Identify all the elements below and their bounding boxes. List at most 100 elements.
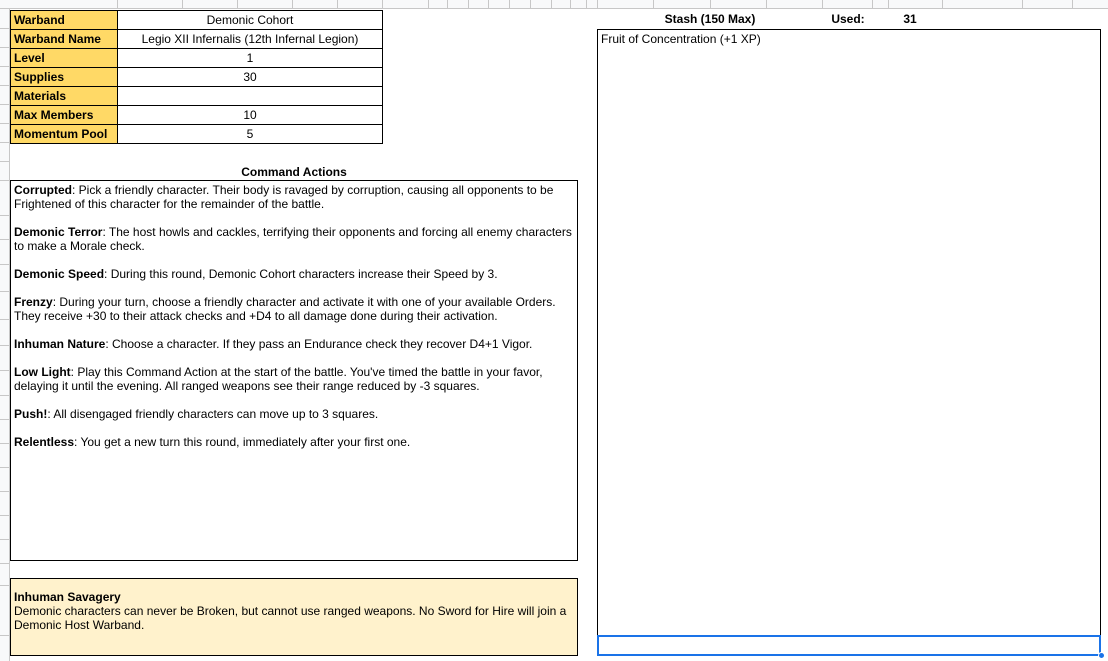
row-divider[interactable] [0,104,10,105]
row-divider[interactable] [0,264,10,265]
materials-value[interactable] [117,86,383,106]
command-action-name: Demonic Speed [14,267,105,281]
fill-handle[interactable] [1098,652,1105,659]
column-divider[interactable] [822,0,823,9]
row-divider[interactable] [0,142,10,143]
stash-cell[interactable]: Fruit of Concentration (+1 XP) [597,29,1101,656]
column-divider[interactable] [872,0,873,9]
column-divider[interactable] [551,0,552,9]
column-header-bar[interactable] [0,0,1108,9]
command-action-item: Demonic Terror: The host howls and cackl… [14,225,574,253]
command-actions-title[interactable]: Command Actions [10,164,578,180]
row-divider[interactable] [0,443,10,444]
row-divider[interactable] [0,123,10,124]
level-value[interactable]: 1 [117,48,383,68]
row-divider[interactable] [0,585,10,586]
row-divider[interactable] [0,635,10,636]
command-action-name: Corrupted [14,183,72,197]
warband-name-value[interactable]: Legio XII Infernalis (12th Infernal Legi… [117,29,383,49]
column-divider[interactable] [237,0,238,9]
row-divider[interactable] [0,515,10,516]
table-row: Warband Demonic Cohort [10,10,383,30]
max-members-label[interactable]: Max Members [10,105,118,125]
command-action-text: : Choose a character. If they pass an En… [105,337,533,351]
column-divider[interactable] [428,0,429,9]
momentum-pool-value[interactable]: 5 [117,124,383,144]
row-divider[interactable] [0,66,10,67]
row-divider[interactable] [0,239,10,240]
command-action-item: Push!: All disengaged friendly character… [14,407,574,421]
stash-item: Fruit of Concentration (+1 XP) [601,32,761,46]
row-divider[interactable] [0,47,10,48]
row-divider[interactable] [0,85,10,86]
supplies-label[interactable]: Supplies [10,67,118,87]
row-divider[interactable] [0,319,10,320]
column-divider[interactable] [488,0,489,9]
column-divider[interactable] [888,0,889,9]
savagery-cell[interactable]: Inhuman Savagery Demonic characters can … [10,578,578,656]
stash-used-value[interactable]: 31 [888,11,932,27]
column-divider[interactable] [710,0,711,9]
column-divider[interactable] [1072,0,1073,9]
selected-cell[interactable] [597,635,1101,656]
table-row: Level 1 [10,48,383,68]
warband-name-label[interactable]: Warband Name [10,29,118,49]
row-divider[interactable] [0,419,10,420]
max-members-value[interactable]: 10 [117,105,383,125]
supplies-value[interactable]: 30 [117,67,383,87]
row-divider[interactable] [0,563,10,564]
column-divider[interactable] [1022,0,1023,9]
column-divider[interactable] [570,0,571,9]
warband-value[interactable]: Demonic Cohort [117,10,383,30]
command-actions-cell[interactable]: Corrupted: Pick a friendly character. Th… [10,180,578,561]
command-action-name: Low Light [14,365,71,379]
row-divider[interactable] [0,370,10,371]
row-divider[interactable] [0,539,10,540]
column-divider[interactable] [182,0,183,9]
column-divider[interactable] [468,0,469,9]
command-action-item: Inhuman Nature: Choose a character. If t… [14,337,574,351]
column-divider[interactable] [447,0,448,9]
column-divider[interactable] [586,0,587,9]
row-divider[interactable] [0,491,10,492]
row-divider[interactable] [0,28,10,29]
row-divider[interactable] [0,215,10,216]
row-header-bar[interactable] [0,9,10,661]
column-divider[interactable] [509,0,510,9]
row-divider[interactable] [0,291,10,292]
command-action-name: Push! [14,407,48,421]
command-action-text: : Pick a friendly character. Their body … [14,183,554,211]
level-label[interactable]: Level [10,48,118,68]
column-divider[interactable] [337,0,338,9]
command-action-name: Demonic Terror [14,225,103,239]
row-divider[interactable] [0,345,10,346]
command-action-name: Frenzy [14,295,53,309]
row-divider[interactable] [0,467,10,468]
stash-title[interactable]: Stash (150 Max) [597,11,823,27]
column-divider[interactable] [653,0,654,9]
command-action-text: : You get a new turn this round, immedia… [74,435,411,449]
column-divider[interactable] [382,0,383,9]
warband-label[interactable]: Warband [10,10,118,30]
column-divider[interactable] [530,0,531,9]
command-action-name: Inhuman Nature [14,337,106,351]
row-divider[interactable] [0,395,10,396]
command-action-item: Frenzy: During your turn, choose a frien… [14,295,574,323]
stash-used-label[interactable]: Used: [822,11,874,27]
column-divider[interactable] [292,0,293,9]
column-divider[interactable] [942,0,943,9]
column-divider[interactable] [766,0,767,9]
column-divider[interactable] [597,0,598,9]
table-row: Warband Name Legio XII Infernalis (12th … [10,29,383,49]
row-divider[interactable] [0,161,10,162]
command-action-item: Low Light: Play this Command Action at t… [14,365,574,393]
command-action-text: : During your turn, choose a friendly ch… [14,295,556,323]
row-divider[interactable] [0,180,10,181]
savagery-text: Demonic characters can never be Broken, … [14,604,567,632]
command-action-name: Relentless [14,435,75,449]
momentum-pool-label[interactable]: Momentum Pool [10,124,118,144]
column-divider[interactable] [117,0,118,9]
command-action-text: : All disengaged friendly characters can… [47,407,379,421]
materials-label[interactable]: Materials [10,86,118,106]
command-action-text: : During this round, Demonic Cohort char… [104,267,498,281]
